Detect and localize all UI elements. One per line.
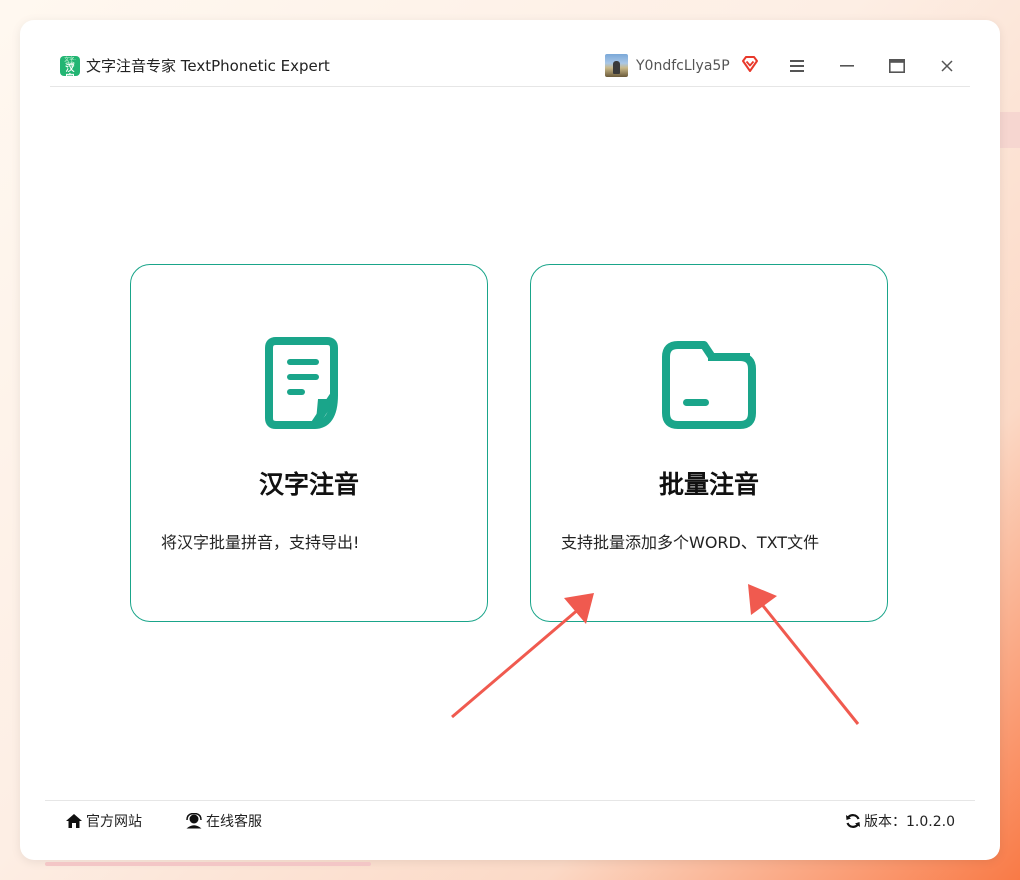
maximize-icon: [889, 59, 905, 73]
app-logo-caption: 文字·注音: [64, 57, 76, 68]
user-avatar[interactable]: [605, 54, 628, 77]
card-description: 支持批量添加多个WORD、TXT文件: [561, 533, 820, 552]
home-icon: [66, 814, 82, 828]
title-bar: 文字·注音 汉字 文字注音专家 TextPhonetic Expert Y0nd…: [50, 42, 970, 87]
card-hanzi-phonetic[interactable]: 汉字注音 将汉字批量拼音，支持导出!: [130, 264, 488, 622]
version-label: 版本：1.0.2.0: [864, 814, 955, 830]
official-website-label: 官方网站: [86, 814, 142, 830]
footer-bar: 官方网站 在线客服 版本：1.0.2.0: [45, 800, 975, 839]
minimize-button[interactable]: [835, 54, 859, 78]
menu-button[interactable]: [785, 54, 809, 78]
avatar-figure: [613, 61, 620, 74]
app-logo: 文字·注音 汉字: [60, 56, 80, 84]
app-logo-text: 汉字: [65, 64, 75, 84]
card-title: 汉字注音: [258, 470, 359, 499]
card-description: 将汉字批量拼音，支持导出!: [161, 533, 360, 552]
username[interactable]: Y0ndfcLlya5P: [636, 56, 730, 76]
version-check[interactable]: 版本：1.0.2.0: [845, 811, 955, 831]
close-button[interactable]: [935, 54, 959, 78]
refresh-icon: [846, 814, 860, 828]
card-batch-phonetic[interactable]: 批量注音 支持批量添加多个WORD、TXT文件: [530, 264, 888, 622]
headset-icon: [186, 813, 202, 829]
app-window: 文字·注音 汉字 文字注音专家 TextPhonetic Expert Y0nd…: [20, 20, 1000, 860]
online-support-link[interactable]: 在线客服: [185, 811, 262, 831]
official-website-link[interactable]: 官方网站: [65, 811, 142, 831]
folder-icon: [662, 341, 756, 429]
maximize-button[interactable]: [885, 54, 909, 78]
hamburger-icon: [790, 60, 804, 72]
scroll-indicator: [45, 862, 371, 866]
main-content: 汉字注音 将汉字批量拼音，支持导出! 批量注音 支持批量添加多个WORD、TXT…: [45, 86, 975, 800]
document-icon: [265, 337, 338, 429]
card-title: 批量注音: [658, 470, 759, 499]
minimize-icon: [840, 65, 854, 67]
app-title: 文字注音专家 TextPhonetic Expert: [86, 57, 330, 75]
close-icon: [941, 60, 953, 72]
vip-diamond-icon[interactable]: [740, 54, 760, 74]
online-support-label: 在线客服: [206, 814, 262, 830]
